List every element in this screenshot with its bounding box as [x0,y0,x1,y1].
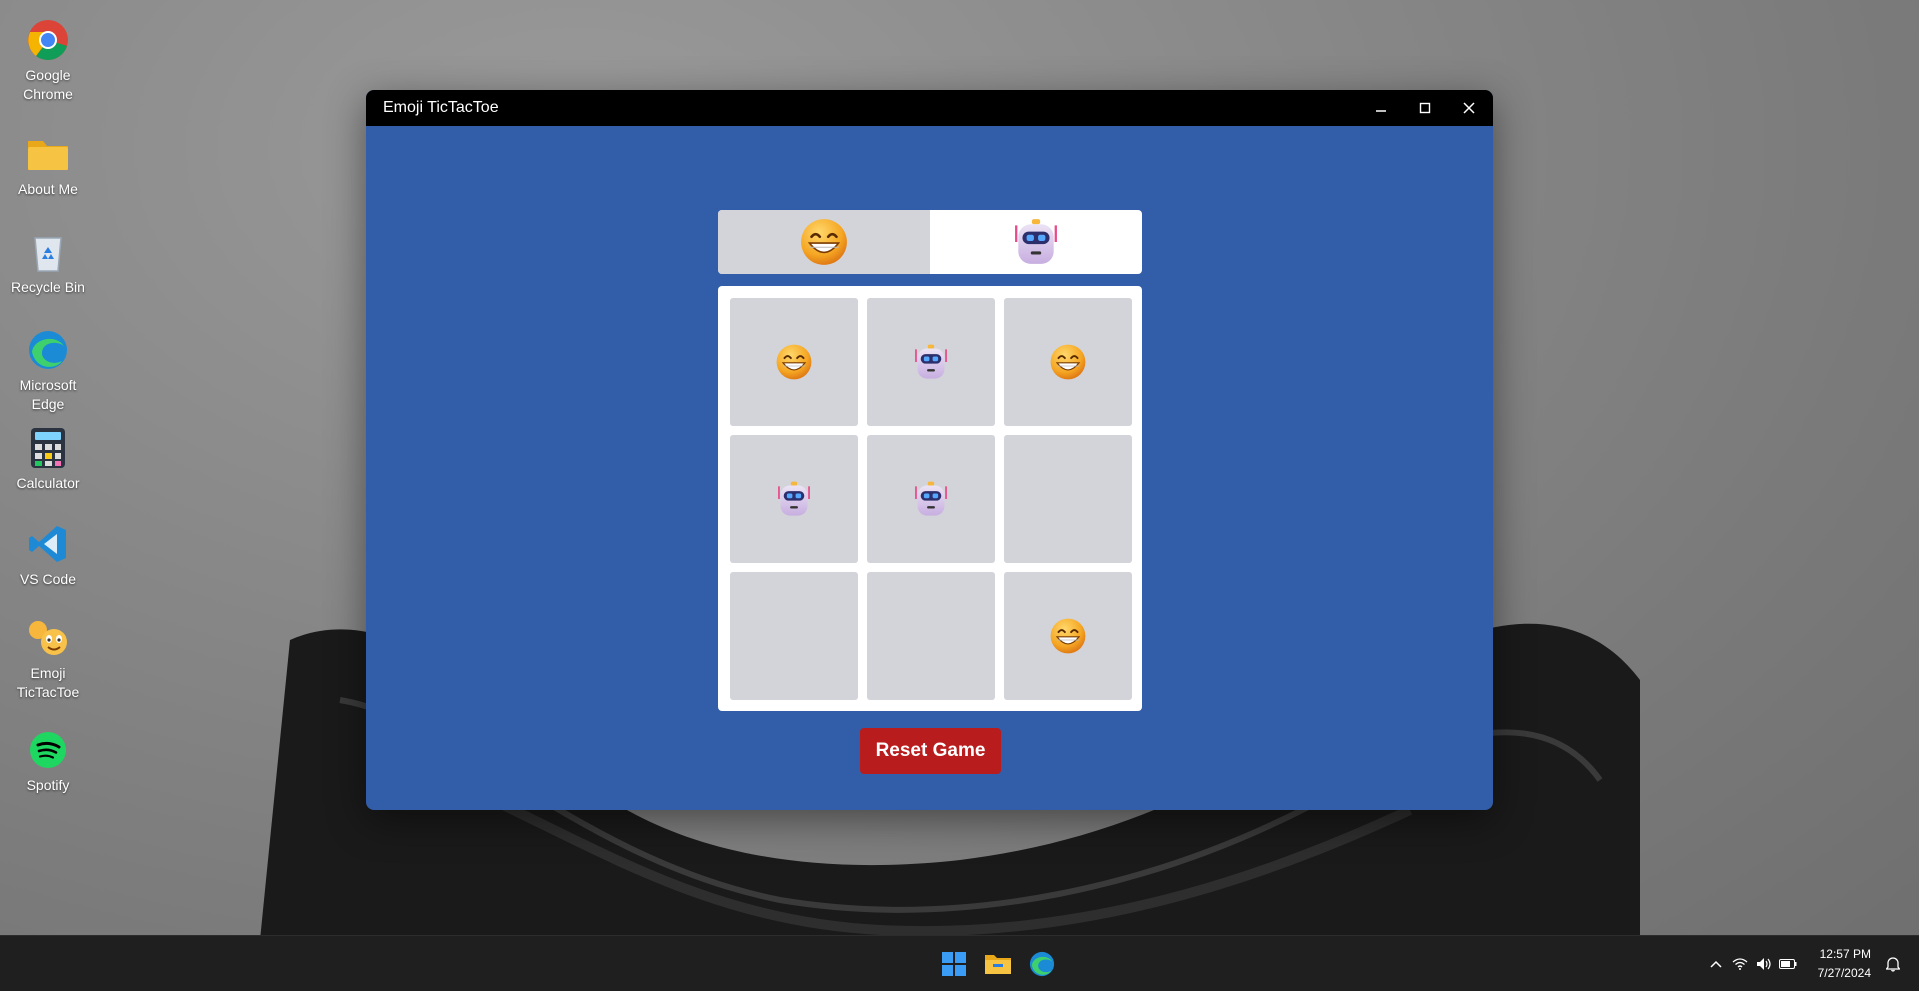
grinning-face-icon [799,217,849,267]
desktop-icon-label: Microsoft Edge [19,377,77,412]
desktop-icon-recycle-bin[interactable]: Recycle Bin [0,230,96,297]
recycle-bin-icon [26,230,70,274]
maximize-button[interactable] [1403,90,1447,126]
chevron-up-icon [1710,960,1722,968]
desktop-icon-label: About Me [18,181,78,197]
network-button[interactable] [1728,952,1752,976]
edge-icon [1029,951,1055,977]
battery-button[interactable] [1776,952,1800,976]
board-cell-1-0[interactable] [730,435,858,563]
desktop-icon-label: Emoji TicTacToe [16,665,80,700]
desktop-icon-calculator[interactable]: Calculator [0,426,96,493]
desktop-icon-vs-code[interactable]: VS Code [0,522,96,589]
notifications-button[interactable] [1881,952,1905,976]
taskbar-file-explorer[interactable] [981,947,1015,981]
board-cell-0-0[interactable] [730,298,858,426]
emoji-tictactoe-icon [26,616,70,660]
title-bar[interactable]: Emoji TicTacToe [366,90,1493,126]
close-icon [1463,102,1475,114]
player-one-slot [718,210,930,274]
board-cell-0-1[interactable] [867,298,995,426]
desktop-icon-about-me[interactable]: About Me [0,132,96,199]
grinning-face-icon [1049,343,1087,381]
clock-time: 12:57 PM [1819,946,1871,961]
chrome-icon [26,18,70,62]
desktop-icon-microsoft-edge[interactable]: Microsoft Edge [0,328,96,414]
start-button[interactable] [937,947,971,981]
grinning-face-icon [775,343,813,381]
windows-start-icon [942,952,966,976]
desktop-icon-spotify[interactable]: Spotify [0,728,96,795]
desktop-icon-label: Google Chrome [23,67,73,102]
close-button[interactable] [1447,90,1491,126]
board-cell-1-1[interactable] [867,435,995,563]
board-cell-1-2[interactable] [1004,435,1132,563]
board-cell-0-2[interactable] [1004,298,1132,426]
desktop-icon-label: Spotify [26,777,70,793]
robot-face-icon [775,480,813,518]
robot-face-icon [1011,217,1061,267]
player-two-slot [930,210,1142,274]
game-board [718,286,1142,711]
spotify-icon [26,728,70,772]
board-cell-2-0[interactable] [730,572,858,700]
file-explorer-icon [985,955,1011,974]
notification-bell-icon [1886,956,1900,972]
clock-date: 7/27/2024 [1817,965,1871,980]
calculator-icon [26,426,70,470]
volume-button[interactable] [1752,952,1776,976]
grinning-face-icon [1049,617,1087,655]
taskbar-apps [937,947,1059,981]
edge-icon [26,328,70,372]
reset-game-button[interactable]: Reset Game [860,728,1001,774]
minimize-button[interactable] [1359,90,1403,126]
system-tray: 12:57 PM 7/27/2024 [1704,936,1919,991]
window-title: Emoji TicTacToe [383,99,499,116]
desktop-icon-emoji-tictactoe[interactable]: Emoji TicTacToe [0,616,96,702]
folder-icon [26,132,70,176]
player-indicator [718,210,1142,274]
minimize-icon [1376,110,1386,112]
taskbar: 12:57 PM 7/27/2024 [0,935,1919,991]
volume-icon [1756,957,1771,970]
clock[interactable]: 12:57 PM 7/27/2024 [1818,945,1871,983]
board-cell-2-2[interactable] [1004,572,1132,700]
desktop-icon-label: Recycle Bin [11,279,85,295]
desktop-icon-label: Calculator [16,475,80,491]
board-cell-2-1[interactable] [867,572,995,700]
vscode-icon [26,522,70,566]
taskbar-edge[interactable] [1025,947,1059,981]
desktop-icon-label: VS Code [19,571,77,587]
app-window: Emoji TicTacToe Reset Game [366,90,1493,810]
wifi-icon [1732,957,1748,970]
desktop-icon-google-chrome[interactable]: Google Chrome [0,18,96,104]
robot-face-icon [912,343,950,381]
show-hidden-icons-button[interactable] [1704,952,1728,976]
maximize-icon [1419,102,1431,114]
battery-icon [1778,958,1797,969]
robot-face-icon [912,480,950,518]
